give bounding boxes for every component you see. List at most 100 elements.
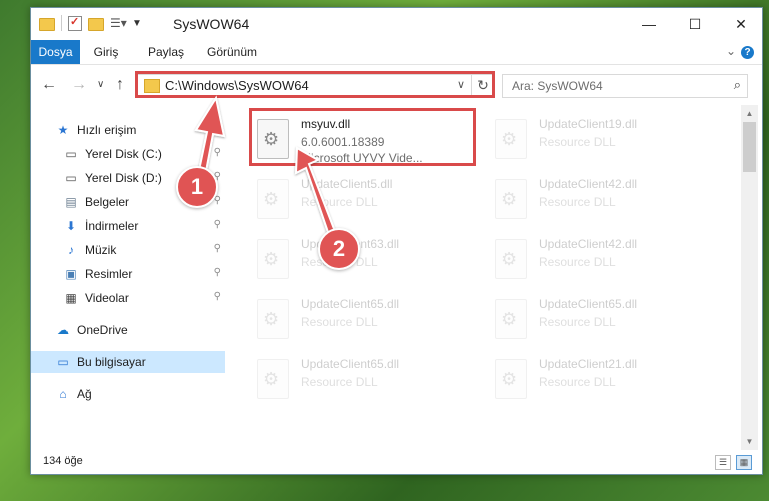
navigation-bar: ← → ∨ ↑ C:\Windows\SysWOW64 ∨ ↻ Ara: Sys… [31,65,762,105]
details-view-button[interactable]: ☰ [715,455,731,470]
sidebar-item[interactable]: ☁ OneDrive [31,319,225,341]
item-count: 134 öğe [43,455,83,467]
sidebar-item[interactable]: ▣ Resimler ⚲ [31,263,225,285]
pin-icon[interactable]: ⚲ [214,291,221,302]
sidebar-item[interactable]: ▦ Videolar ⚲ [31,287,225,309]
address-highlight-box [135,71,495,98]
file-tile[interactable]: UpdateClient5.dll Resource DLL [251,171,471,227]
file-name: UpdateClient42.dll [539,177,638,191]
file-tile[interactable]: UpdateClient42.dll Resource DLL [489,171,709,227]
sidebar-item-label: Belgeler [85,195,130,209]
file-detail: Resource DLL [539,195,616,209]
back-button[interactable]: ← [41,76,57,94]
sidebar-item[interactable]: ▭ Yerel Disk (C:) ⚲ [31,143,225,165]
dll-file-icon [257,239,289,279]
sidebar-item[interactable]: ▭ Bu bilgisayar [31,351,225,373]
window-title: SysWOW64 [173,16,250,32]
minimize-button[interactable]: — [626,8,672,40]
maximize-button[interactable]: ☐ [672,8,718,40]
file-name: UpdateClient65.dll [539,297,638,311]
file-detail: Resource DLL [301,315,378,329]
title-bar: ☰▾ ▼ SysWOW64 — ☐ ✕ [31,8,762,40]
file-detail: Resource DLL [539,315,616,329]
search-input[interactable]: Ara: SysWOW64 [512,79,603,93]
scroll-up-button[interactable]: ▲ [741,105,758,122]
dll-file-icon [257,179,289,219]
drive-icon: ▭ [65,171,77,185]
sidebar-item-label: Müzik [85,243,117,257]
file-highlight-box [249,108,476,166]
search-box[interactable]: Ara: SysWOW64 ⌕ [502,74,748,98]
toolbar-dropdown-icon[interactable]: ▼ [132,18,142,29]
step-2-badge: 2 [318,228,360,270]
sidebar-item[interactable]: ★ Hızlı erişim [31,119,225,141]
file-detail: Resource DLL [301,195,378,209]
file-tile[interactable]: UpdateClient65.dll Resource DLL [251,291,471,347]
sidebar-item[interactable]: ⌂ Ağ [31,383,225,405]
pin-icon[interactable]: ⚲ [214,267,221,278]
tab-file[interactable]: Dosya [31,40,80,64]
file-tile[interactable]: UpdateClient63.dllResource DLL [251,231,471,287]
computer-icon: ▭ [57,355,69,369]
dll-file-icon [495,119,527,159]
tab-home[interactable]: Giriş [86,40,126,64]
tab-view[interactable]: Görünüm [203,40,261,64]
file-tile[interactable]: UpdateClient19.dll Resource DLL [489,111,709,167]
file-name: UpdateClient5.dll [301,177,393,191]
vertical-scrollbar[interactable]: ▲ ▼ [741,105,758,450]
pin-icon[interactable]: ⚲ [214,243,221,254]
pictures-icon: ▣ [65,267,77,281]
sidebar-item-label: Bu bilgisayar [77,355,146,369]
sidebar-item-label: Ağ [77,387,92,401]
quick-access-toolbar: ☰▾ ▼ [39,15,142,31]
pin-icon[interactable]: ⚲ [214,219,221,230]
dll-file-icon [495,179,527,219]
file-tile[interactable]: UpdateClient42.dll Resource DLL [489,231,709,287]
sidebar-item-label: İndirmeler [85,219,139,233]
status-bar: 134 öğe ☰ ▦ [31,450,762,474]
sidebar-item[interactable]: ⬇ İndirmeler ⚲ [31,215,225,237]
scroll-down-button[interactable]: ▼ [741,433,758,450]
file-detail: Resource DLL [301,375,378,389]
properties-icon[interactable] [68,15,82,31]
download-icon: ⬇ [65,219,77,233]
search-icon[interactable]: ⌕ [734,77,741,93]
folder-icon [39,18,55,31]
help-icon[interactable]: ? [741,46,754,59]
file-name: UpdateClient19.dll [539,117,638,131]
sidebar-item-label: Videolar [85,291,129,305]
star-icon: ★ [57,123,69,137]
file-tile[interactable]: UpdateClient65.dll Resource DLL [489,291,709,347]
file-detail: Resource DLL [539,135,616,149]
recent-locations-button[interactable]: ∨ [97,79,104,90]
chevron-down-icon[interactable]: ⌄ [726,44,736,58]
sidebar-item-label: Resimler [85,267,133,281]
ribbon-tabs: Dosya Giriş Paylaş Görünüm ⌄ ? [31,40,762,65]
tiles-view-button[interactable]: ▦ [736,455,752,470]
new-folder-icon[interactable] [88,18,104,31]
sidebar-item[interactable]: ♪ Müzik ⚲ [31,239,225,261]
forward-button[interactable]: → [71,76,87,94]
file-tile[interactable]: UpdateClient65.dll Resource DLL [251,351,471,407]
videos-icon: ▦ [65,291,77,305]
sidebar-item-label: OneDrive [77,323,128,337]
file-detail: Resource DLL [539,375,616,389]
file-tile[interactable]: UpdateClient21.dll Resource DLL [489,351,709,407]
file-detail: Resource DLL [539,255,616,269]
sidebar-item-label: Yerel Disk (D:) [85,171,162,185]
up-button[interactable]: ↑ [116,76,124,94]
step-1-badge: 1 [176,166,218,208]
file-explorer-window: ☰▾ ▼ SysWOW64 — ☐ ✕ Dosya Giriş Paylaş G… [30,7,763,475]
network-icon: ⌂ [59,387,67,401]
file-name: UpdateClient42.dll [539,237,638,251]
pin-icon[interactable]: ⚲ [214,147,221,158]
scroll-thumb[interactable] [743,122,756,172]
customize-toolbar-icon[interactable]: ☰▾ [110,15,127,31]
music-icon: ♪ [68,243,74,257]
dll-file-icon [257,299,289,339]
close-button[interactable]: ✕ [718,8,762,40]
sidebar-item-label: Yerel Disk (C:) [85,147,162,161]
drive-icon: ▭ [65,147,77,161]
dll-file-icon [495,359,527,399]
tab-share[interactable]: Paylaş [141,40,191,64]
